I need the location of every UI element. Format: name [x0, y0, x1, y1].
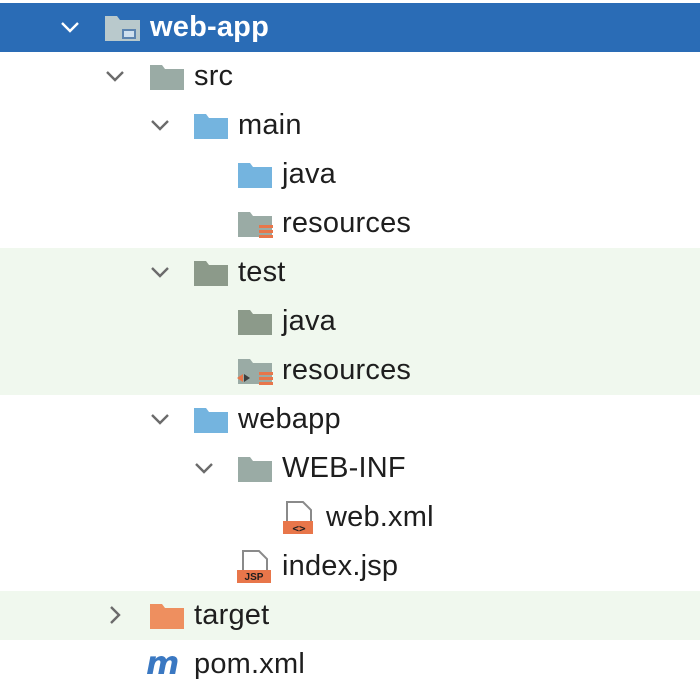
xml-badge-text: <> — [292, 522, 306, 535]
folder-icon — [237, 455, 273, 488]
tree-row-web-app[interactable]: web-app — [0, 3, 700, 52]
chevron-down-icon[interactable] — [59, 16, 81, 38]
module-folder-icon — [104, 13, 142, 48]
tree-label: webapp — [238, 403, 341, 435]
test-resources-root-folder-icon — [237, 357, 275, 392]
tree-label: java — [282, 158, 336, 190]
chevron-down-icon[interactable] — [193, 457, 215, 479]
tree-row-web-xml[interactable]: <> web.xml — [0, 493, 700, 542]
source-folder-icon — [193, 112, 229, 145]
maven-icon: m — [146, 644, 180, 682]
test-folder-icon — [193, 259, 229, 292]
tree-label: web.xml — [326, 501, 434, 533]
tree-row-index-jsp[interactable]: JSP index.jsp — [0, 542, 700, 591]
tree-label: index.jsp — [282, 550, 399, 582]
tree-label: pom.xml — [194, 648, 305, 680]
jsp-badge-text: JSP — [244, 572, 264, 583]
tree-row-src[interactable]: src — [0, 52, 700, 101]
chevron-down-icon[interactable] — [149, 408, 171, 430]
tree-row-web-inf[interactable]: WEB-INF — [0, 444, 700, 493]
source-root-folder-icon — [237, 161, 273, 194]
folder-icon — [149, 63, 185, 96]
tree-label: web-app — [150, 11, 270, 43]
tree-label: main — [238, 109, 302, 141]
tree-label: target — [194, 599, 270, 631]
tree-row-main[interactable]: main — [0, 101, 700, 150]
project-tree: web-app src main java resources test jav… — [0, 0, 700, 686]
resources-root-folder-icon — [237, 210, 275, 245]
tree-row-target[interactable]: target — [0, 591, 700, 640]
tree-label: java — [282, 305, 336, 337]
web-folder-icon — [193, 406, 229, 439]
tree-row-test-java[interactable]: java — [0, 297, 700, 346]
tree-row-webapp[interactable]: webapp — [0, 395, 700, 444]
excluded-folder-icon — [149, 602, 185, 635]
tree-label: test — [238, 256, 286, 288]
tree-label: resources — [282, 354, 412, 386]
chevron-down-icon[interactable] — [149, 261, 171, 283]
test-source-root-folder-icon — [237, 308, 273, 341]
tree-row-main-java[interactable]: java — [0, 150, 700, 199]
tree-label: WEB-INF — [282, 452, 406, 484]
tree-row-main-resources[interactable]: resources — [0, 199, 700, 248]
tree-label: src — [194, 60, 234, 92]
tree-row-pom-xml[interactable]: m pom.xml — [0, 640, 700, 689]
tree-label: resources — [282, 207, 412, 239]
tree-row-test-resources[interactable]: resources — [0, 346, 700, 395]
chevron-down-icon[interactable] — [149, 114, 171, 136]
chevron-right-icon[interactable] — [104, 604, 126, 626]
tree-row-test[interactable]: test — [0, 248, 700, 297]
chevron-down-icon[interactable] — [104, 65, 126, 87]
